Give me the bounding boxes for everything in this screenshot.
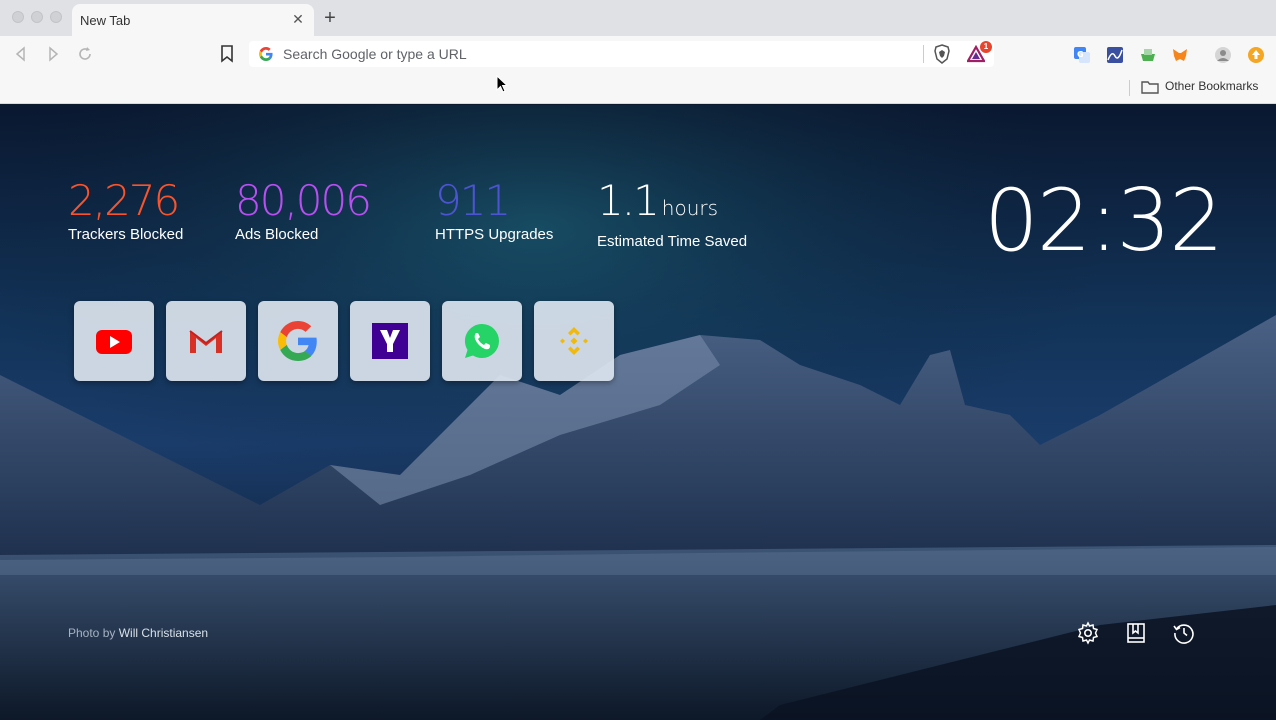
mouse-cursor bbox=[496, 75, 508, 93]
history-icon[interactable] bbox=[1172, 621, 1196, 645]
new-tab-page: 2,276 Trackers Blocked 80,006 Ads Blocke… bbox=[0, 105, 1276, 720]
stat-label: HTTPS Upgrades bbox=[435, 226, 554, 243]
stat-unit: hours bbox=[661, 196, 719, 220]
rewards-badge: 1 bbox=[980, 41, 992, 53]
tab-strip: New Tab ✕ + bbox=[0, 0, 1276, 36]
youtube-icon bbox=[96, 330, 132, 354]
stat-label: Trackers Blocked bbox=[68, 226, 184, 243]
top-site-yahoo[interactable] bbox=[350, 301, 430, 381]
stat-https-upgrades: 911 HTTPS Upgrades bbox=[435, 176, 554, 244]
other-bookmarks-link[interactable]: Other Bookmarks bbox=[1165, 79, 1258, 93]
stat-label: Ads Blocked bbox=[235, 226, 319, 243]
credit-author[interactable]: Will Christiansen bbox=[119, 626, 208, 640]
close-window-button[interactable] bbox=[12, 11, 24, 23]
stat-label: Estimated Time Saved bbox=[597, 233, 748, 250]
google-icon bbox=[259, 47, 273, 61]
tab-close-icon[interactable]: ✕ bbox=[290, 11, 306, 27]
binance-icon bbox=[560, 327, 588, 355]
credit-prefix: Photo by bbox=[68, 626, 116, 640]
forward-icon[interactable] bbox=[44, 45, 62, 63]
new-tab-button[interactable]: + bbox=[320, 8, 340, 28]
wave-extension-icon[interactable] bbox=[1106, 46, 1124, 64]
back-icon[interactable] bbox=[12, 45, 30, 63]
yahoo-icon bbox=[372, 323, 408, 359]
tray-extension-icon[interactable] bbox=[1139, 46, 1157, 64]
tab-title: New Tab bbox=[80, 13, 131, 28]
address-bar[interactable]: 1 bbox=[249, 41, 994, 67]
search-input[interactable] bbox=[283, 44, 903, 64]
folder-icon[interactable] bbox=[1141, 80, 1159, 94]
clock: 02:32 bbox=[984, 171, 1224, 271]
svg-text:G: G bbox=[1077, 50, 1084, 59]
stat-value: 80,006 bbox=[235, 176, 372, 225]
metamask-icon[interactable] bbox=[1171, 46, 1189, 64]
minimize-window-button[interactable] bbox=[31, 11, 43, 23]
stat-ads-blocked: 80,006 Ads Blocked bbox=[235, 176, 372, 244]
tab-new-tab[interactable]: New Tab ✕ bbox=[72, 4, 314, 36]
top-site-youtube[interactable] bbox=[74, 301, 154, 381]
whatsapp-icon bbox=[464, 323, 499, 359]
stat-value: 911 bbox=[435, 176, 511, 225]
google-icon bbox=[278, 321, 317, 361]
gmail-icon bbox=[189, 330, 223, 353]
top-site-gmail[interactable] bbox=[166, 301, 246, 381]
photo-credit: Photo by Will Christiansen bbox=[68, 626, 208, 640]
profile-avatar-icon[interactable] bbox=[1214, 46, 1232, 64]
brave-shields-icon[interactable] bbox=[933, 44, 951, 64]
maximize-window-button[interactable] bbox=[50, 11, 62, 23]
translate-extension-icon[interactable]: G bbox=[1073, 46, 1091, 64]
stat-value: 2,276 bbox=[68, 176, 180, 225]
bookmarks-bar: Other Bookmarks bbox=[0, 72, 1276, 104]
bookmark-icon[interactable] bbox=[220, 45, 234, 63]
divider bbox=[1129, 80, 1130, 96]
stat-value: 1.1 bbox=[597, 176, 660, 225]
reload-icon[interactable] bbox=[76, 45, 94, 63]
top-site-whatsapp[interactable] bbox=[442, 301, 522, 381]
divider bbox=[923, 45, 924, 63]
toolbar: 1 G bbox=[0, 36, 1276, 72]
top-site-binance[interactable] bbox=[534, 301, 614, 381]
update-icon[interactable] bbox=[1247, 46, 1265, 64]
top-site-google[interactable] bbox=[258, 301, 338, 381]
stat-time-saved: 1.1 hours Estimated Time Saved bbox=[597, 176, 748, 251]
settings-gear-icon[interactable] bbox=[1076, 621, 1100, 645]
bookmarks-icon[interactable] bbox=[1124, 621, 1148, 645]
stat-trackers-blocked: 2,276 Trackers Blocked bbox=[68, 176, 184, 244]
